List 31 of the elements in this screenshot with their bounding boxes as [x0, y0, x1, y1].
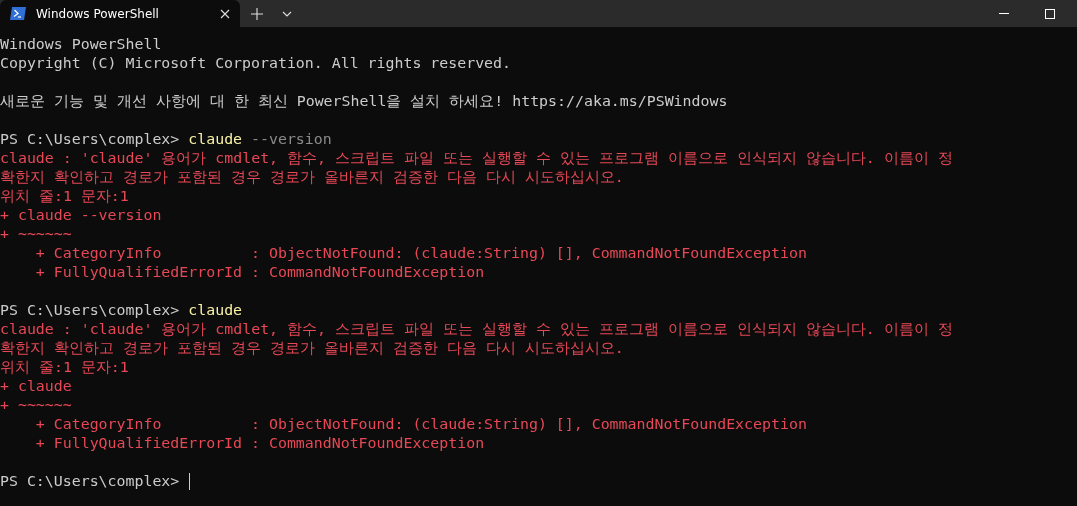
error-text: 위치 줄:1 문자:1 — [0, 187, 129, 206]
command-text: claude — [188, 301, 243, 320]
terminal-icon — [10, 7, 26, 20]
error-text: claude : 'claude' 용어가 cmdlet, 함수, 스크립트 파일 또는 실행할 수 있는 프로그램 이름으로 인식되지 않습니다. 이름이 정 — [0, 320, 953, 339]
error-text: 확한지 확인하고 경로가 포함된 경우 경로가 올바른지 검증한 다음 다시 시도하십시오. — [0, 168, 624, 187]
tab[interactable]: Windows PowerShell — [0, 0, 240, 27]
error-text: + CategoryInfo : ObjectNotFound: (claude:String) [], CommandNotFoundException — [34, 415, 807, 434]
error-text: + ~~~~~~ — [0, 396, 72, 415]
output-text: Copyright (C) Microsoft Corporation. All rights reserved. — [0, 54, 511, 73]
chevron-down-icon — [282, 10, 292, 17]
error-text: + CategoryInfo : ObjectNotFound: (claude:String) [], CommandNotFoundException — [34, 244, 807, 263]
maximize-icon — [1045, 8, 1055, 19]
plus-icon — [251, 7, 263, 20]
output-text: 새로운 기능 및 개선 사항에 대 한 최신 PowerShell을 설치 하세요! https://aka.ms/PSWindows — [0, 92, 728, 111]
prompt-text: PS C:\Users\complex> — [0, 301, 181, 320]
error-text: claude : 'claude' 용어가 cmdlet, 함수, 스크립트 파일 또는 실행할 수 있는 프로그램 이름으로 인식되지 않습니다. 이름이 정 — [0, 149, 953, 168]
prompt-text: PS C:\Users\complex> — [0, 130, 181, 149]
tab-title: Windows PowerShell — [36, 6, 160, 21]
command-text: claude — [188, 130, 243, 149]
error-text: + claude --version — [0, 206, 162, 225]
prompt-text: PS C:\Users\complex> — [0, 472, 181, 491]
minimize-icon — [999, 13, 1009, 14]
parameter-text: --version — [250, 130, 332, 149]
error-text: + claude — [0, 377, 72, 396]
error-text: + FullyQualifiedErrorId : CommandNotFoundException — [34, 263, 485, 282]
error-text: 확한지 확인하고 경로가 포함된 경우 경로가 올바른지 검증한 다음 다시 시도하십시오. — [0, 339, 624, 358]
error-text: + FullyQualifiedErrorId : CommandNotFoundException — [34, 434, 485, 453]
output-text: Windows PowerShell — [0, 35, 162, 54]
close-icon[interactable] — [220, 8, 230, 19]
error-text: + ~~~~~~ — [0, 225, 72, 244]
error-text: 위치 줄:1 문자:1 — [0, 358, 129, 377]
